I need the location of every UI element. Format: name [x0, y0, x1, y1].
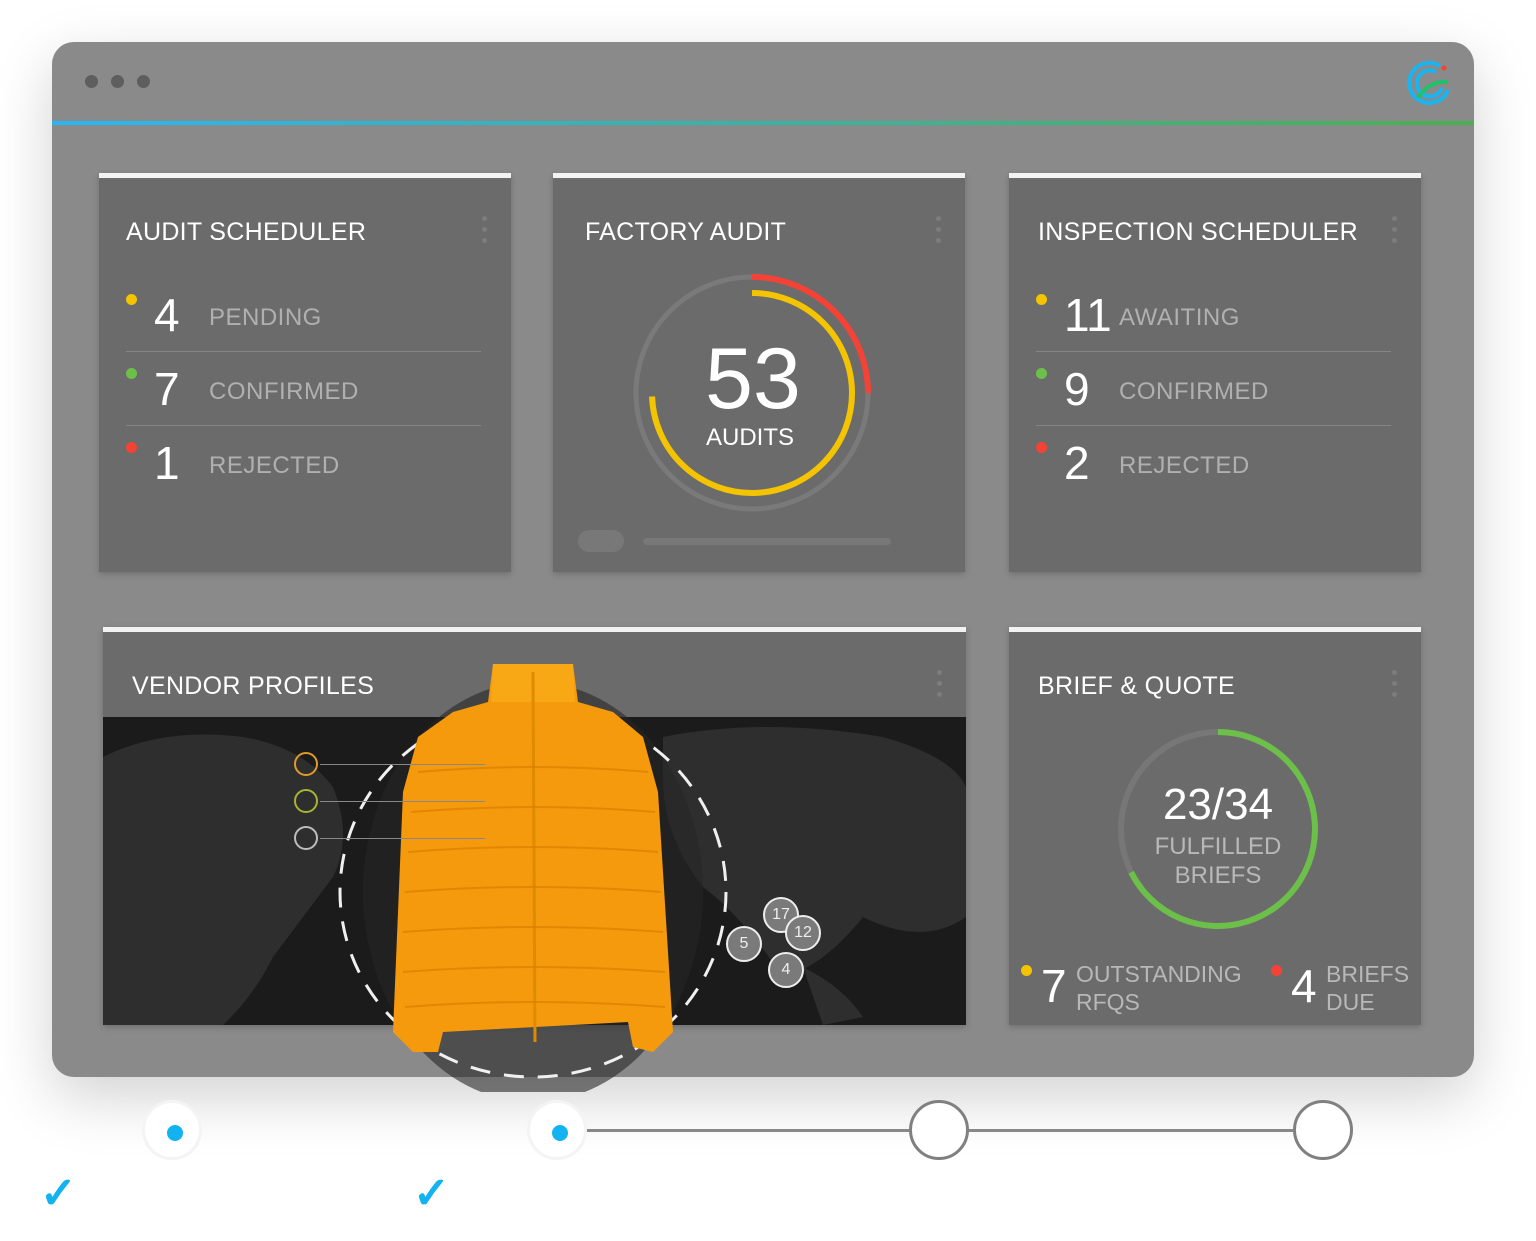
inspection-scheduler-card: INSPECTION SCHEDULER 11 AWAITING 9 CONFI… — [1009, 173, 1421, 572]
audit-count: 53 — [705, 331, 801, 427]
status-row[interactable]: 7 CONFIRMED — [126, 352, 481, 426]
stat-count: 4 — [1291, 960, 1317, 1012]
vendor-marker[interactable] — [294, 752, 318, 776]
status-row[interactable]: 11 AWAITING — [1036, 278, 1391, 352]
status-count: 4 — [154, 289, 180, 341]
status-dot-icon — [1271, 965, 1282, 976]
status-dot-icon — [1036, 442, 1047, 453]
status-label: PENDING — [209, 304, 322, 331]
status-count: 2 — [1064, 437, 1090, 489]
briefs-fraction: 23/34 — [1162, 780, 1274, 829]
vendor-marker[interactable] — [294, 789, 318, 813]
card-title: AUDIT SCHEDULER — [126, 218, 367, 246]
status-dot-icon — [1021, 965, 1032, 976]
status-row[interactable]: 9 CONFIRMED — [1036, 352, 1391, 426]
progress-track — [643, 538, 891, 545]
status-label: AWAITING — [1119, 304, 1240, 331]
status-count: 11 — [1064, 289, 1112, 341]
status-row[interactable]: 1 REJECTED — [126, 426, 481, 500]
swirl-logo-icon — [1407, 60, 1450, 105]
status-count: 1 — [154, 437, 180, 489]
stat-label: RFQS — [1076, 989, 1140, 1015]
step-active-dot — [552, 1125, 568, 1141]
checkmark-icon: ✓ — [40, 1169, 77, 1218]
vendor-cluster[interactable]: 5 — [726, 926, 762, 962]
stat-label: BRIEFS — [1326, 961, 1410, 987]
checkmark-icon: ✓ — [413, 1169, 450, 1218]
briefs-label: FULFILLED — [1154, 833, 1282, 860]
stepper-step[interactable] — [527, 1100, 587, 1160]
status-row[interactable]: 4 PENDING — [126, 278, 481, 352]
stat-count: 7 — [1041, 960, 1067, 1012]
brief-stat[interactable]: 7 OUTSTANDING RFQS — [1021, 959, 1242, 1019]
window-dot[interactable] — [111, 75, 124, 88]
audit-scheduler-card: AUDIT SCHEDULER 4 PENDING 7 CONFIRMED 1 … — [99, 173, 511, 572]
stat-label: OUTSTANDING — [1076, 961, 1242, 987]
step-active-dot — [167, 1125, 183, 1141]
status-count: 7 — [154, 363, 180, 415]
factory-audit-card: FACTORY AUDIT 53 AUDITS — [553, 173, 965, 572]
more-menu-icon[interactable] — [1392, 216, 1397, 249]
stepper-step[interactable] — [142, 1100, 202, 1160]
audit-unit: AUDITS — [705, 424, 794, 451]
stat-label: DUE — [1326, 989, 1375, 1015]
status-dot-icon — [126, 294, 137, 305]
status-dot-icon — [126, 368, 137, 379]
window-dot[interactable] — [137, 75, 150, 88]
status-row[interactable]: 2 REJECTED — [1036, 426, 1391, 500]
toggle-pill[interactable] — [578, 530, 624, 552]
vendor-marker-line — [320, 801, 485, 802]
more-menu-icon[interactable] — [936, 216, 941, 249]
status-label: CONFIRMED — [209, 378, 359, 405]
more-menu-icon[interactable] — [1392, 670, 1397, 703]
brief-stat[interactable]: 4 BRIEFS DUE — [1271, 959, 1421, 1019]
vendor-marker-line — [320, 838, 485, 839]
more-menu-icon[interactable] — [482, 216, 487, 249]
vendor-profiles-card: VENDOR PROFILES 17 12 5 4 — [103, 627, 966, 1092]
window-dot[interactable] — [85, 75, 98, 88]
vendor-cluster[interactable]: 12 — [785, 915, 821, 951]
brief-quote-card: BRIEF & QUOTE 23/34 FULFILLED BRIEFS 7 O… — [1009, 627, 1421, 1025]
status-dot-icon — [1036, 294, 1047, 305]
briefs-label: BRIEFS — [1174, 862, 1262, 889]
stepper-step[interactable] — [1293, 1100, 1353, 1160]
more-menu-icon[interactable] — [937, 670, 942, 703]
stepper-step[interactable] — [909, 1100, 969, 1160]
status-label: CONFIRMED — [1119, 378, 1269, 405]
accent-divider — [52, 121, 1474, 125]
card-title: FACTORY AUDIT — [585, 218, 787, 246]
status-label: REJECTED — [1119, 452, 1250, 479]
status-count: 9 — [1064, 363, 1090, 415]
jacket-showcase — [338, 664, 728, 1092]
card-title: INSPECTION SCHEDULER — [1038, 218, 1358, 246]
vendor-cluster[interactable]: 4 — [768, 952, 804, 988]
card-title: BRIEF & QUOTE — [1038, 672, 1235, 700]
status-label: REJECTED — [209, 452, 340, 479]
status-dot-icon — [1036, 368, 1047, 379]
vendor-marker[interactable] — [294, 826, 318, 850]
status-dot-icon — [126, 442, 137, 453]
vendor-marker-line — [320, 764, 485, 765]
